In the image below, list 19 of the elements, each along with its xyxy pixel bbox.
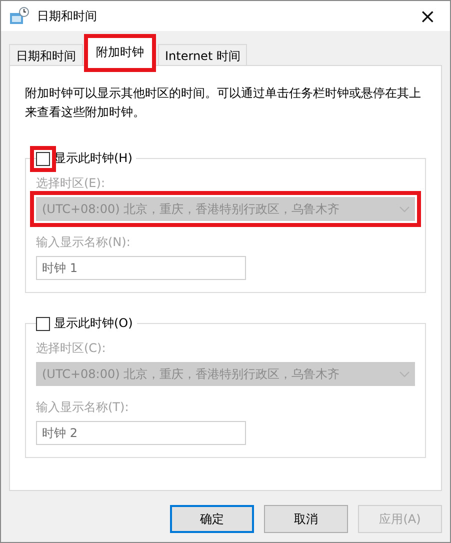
tab[interactable]: 日期和时间	[9, 44, 83, 65]
dialog-button[interactable]: 取消	[264, 505, 348, 533]
checkbox-label[interactable]: 显示此时钟(O)	[54, 315, 133, 332]
field-label: 选择时区(E):	[36, 175, 106, 192]
field-label: 输入显示名称(T):	[36, 399, 130, 416]
tab[interactable]: 附加时钟	[84, 34, 156, 72]
field-label: 选择时区(C):	[36, 340, 107, 357]
chevron-icon	[399, 370, 410, 378]
description-text: 附加时钟可以显示其他时区的时间。可以通过单击任务栏时钟或悬停在其上来查看这些附加时钟。	[25, 85, 422, 121]
checkbox[interactable]	[36, 152, 50, 166]
dialog-button[interactable]: 确定	[170, 505, 254, 533]
field-label: 输入显示名称(N):	[36, 234, 132, 251]
checkbox[interactable]	[36, 316, 50, 330]
window-title: 日期和时间	[37, 8, 98, 24]
checkbox-label[interactable]: 显示此时钟(H)	[54, 150, 132, 167]
date-time-icon	[9, 7, 29, 25]
tab[interactable]: Internet 时间	[158, 44, 248, 65]
chevron-icon	[399, 206, 410, 212]
close-button[interactable]: ×	[413, 4, 442, 28]
